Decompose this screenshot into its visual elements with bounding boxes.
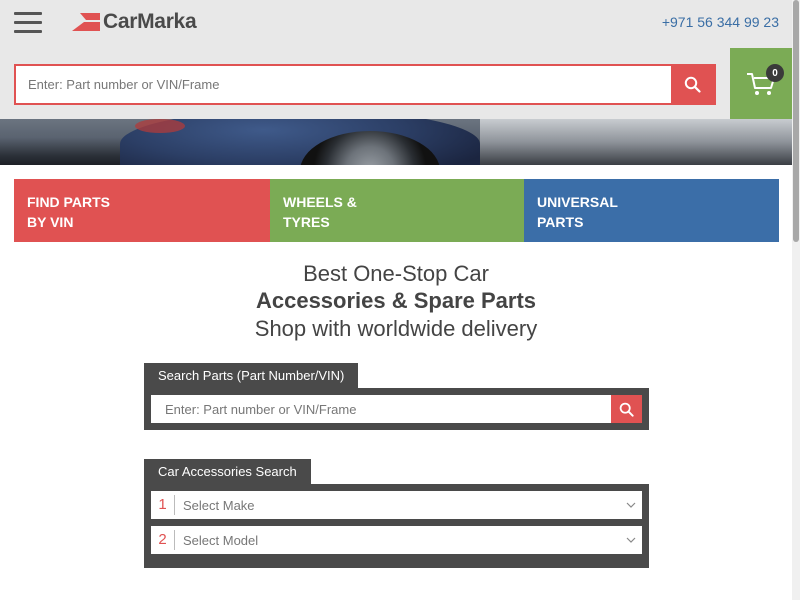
parts-search-tab[interactable]: Search Parts (Part Number/VIN) (144, 363, 359, 389)
phone-number[interactable]: +971 56 344 99 23 (662, 14, 779, 30)
page-scrollbar[interactable] (792, 0, 800, 600)
search-bar-row (0, 48, 730, 119)
search-icon (619, 402, 634, 417)
chevron-down-icon (620, 537, 642, 543)
chevron-down-icon (620, 502, 642, 508)
top-search-box (14, 64, 716, 105)
select-model-step: 2 (151, 530, 175, 550)
select-model-label: Select Model (183, 532, 259, 548)
cart-button[interactable]: 0 (730, 48, 792, 119)
accessories-search-tab[interactable]: Car Accessories Search (144, 459, 311, 485)
logo-text: CarMarka (103, 10, 197, 33)
parts-search-input[interactable] (151, 395, 611, 423)
tile-universal-parts[interactable]: UNIVERSAL PARTS (524, 179, 779, 242)
hero-banner-image (0, 119, 792, 165)
search-icon (684, 76, 701, 93)
tile-label-line2: BY VIN (27, 214, 74, 230)
tile-label-line1: FIND PARTS (27, 194, 110, 210)
tile-label-line2: TYRES (283, 214, 330, 230)
top-search-input[interactable] (16, 66, 671, 103)
tile-wheels-tyres[interactable]: WHEELS & TYRES (270, 179, 524, 242)
cart-count-badge: 0 (766, 64, 784, 82)
headline-line2: Accessories & Spare Parts (255, 288, 537, 313)
tile-label-line2: PARTS (537, 214, 584, 230)
tile-find-parts-by-vin[interactable]: FIND PARTS BY VIN (14, 179, 270, 242)
select-model[interactable]: 2 Select Model (151, 526, 642, 554)
parts-search-panel (144, 388, 649, 430)
top-search-button[interactable] (671, 66, 714, 103)
menu-icon[interactable] (14, 12, 42, 34)
select-make[interactable]: 1 Select Make (151, 491, 642, 519)
tile-label-line1: WHEELS & (283, 194, 357, 210)
select-make-step: 1 (151, 495, 175, 515)
category-tiles: FIND PARTS BY VIN WHEELS & TYRES UNIVERS… (14, 179, 779, 242)
page-headline: Best One-Stop Car Accessories & Spare Pa… (0, 260, 792, 344)
headline-line3: Shop with worldwide delivery (254, 316, 538, 341)
site-header: CarMarka +971 56 344 99 23 (0, 0, 792, 48)
scrollbar-thumb[interactable] (793, 0, 799, 242)
accessories-search-panel: 1 Select Make 2 Select Model (144, 484, 649, 568)
tile-label-line1: UNIVERSAL (537, 194, 618, 210)
logo-mark-icon (72, 13, 100, 31)
headline-line1: Best One-Stop Car (303, 261, 489, 286)
parts-search-button[interactable] (611, 395, 642, 423)
site-logo[interactable]: CarMarka (72, 8, 197, 36)
select-make-label: Select Make (183, 497, 255, 513)
